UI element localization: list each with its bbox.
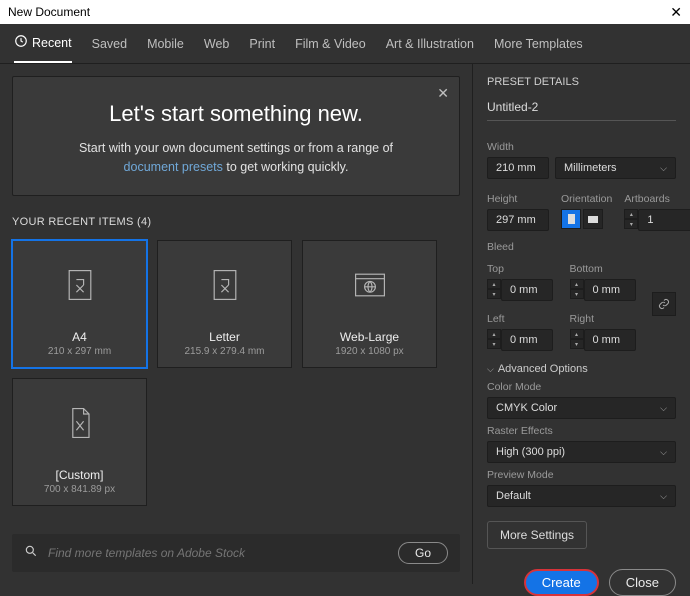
bleed-top-input[interactable] xyxy=(501,279,553,301)
tab-film-video[interactable]: Film & Video xyxy=(295,24,366,63)
link-bleed-button[interactable] xyxy=(652,292,676,316)
preset-heading: PRESET DETAILS xyxy=(487,76,676,88)
category-tabs: Recent Saved Mobile Web Print Film & Vid… xyxy=(0,24,690,64)
banner-heading: Let's start something new. xyxy=(43,101,429,127)
preset-card[interactable]: [Custom] 700 x 841.89 px xyxy=(12,378,147,506)
more-settings-button[interactable]: More Settings xyxy=(487,521,587,549)
titlebar: New Document ✕ xyxy=(0,0,690,24)
tab-art-illustration[interactable]: Art & Illustration xyxy=(386,24,474,63)
document-name-input[interactable] xyxy=(487,98,676,121)
bleed-label: Bleed xyxy=(487,241,676,253)
chevron-down-icon: ⌵ xyxy=(487,364,494,375)
banner-text: Start with your own document settings or… xyxy=(43,139,429,177)
clock-icon xyxy=(14,34,28,51)
bleed-right-stepper[interactable]: ▴▾ xyxy=(570,329,584,351)
orientation-landscape[interactable] xyxy=(583,209,603,229)
preset-card[interactable]: Letter 215.9 x 279.4 mm xyxy=(157,240,292,368)
chevron-down-icon: ⌵ xyxy=(660,491,667,502)
bleed-right-input[interactable] xyxy=(584,329,636,351)
orientation-portrait[interactable] xyxy=(561,209,581,229)
bleed-bottom-input[interactable] xyxy=(584,279,636,301)
tab-mobile[interactable]: Mobile xyxy=(147,24,184,63)
bleed-bottom-stepper[interactable]: ▴▾ xyxy=(570,279,584,301)
height-label: Height xyxy=(487,193,549,205)
artboards-label: Artboards xyxy=(624,193,690,205)
window-close-icon[interactable]: ✕ xyxy=(670,4,682,21)
web-icon xyxy=(352,241,388,330)
recent-heading: YOUR RECENT ITEMS (4) xyxy=(12,216,460,228)
chevron-down-icon: ⌵ xyxy=(660,163,667,174)
page-icon xyxy=(207,241,243,330)
chevron-down-icon: ⌵ xyxy=(660,403,667,414)
tab-print[interactable]: Print xyxy=(249,24,275,63)
raster-effects-select[interactable]: High (300 ppi)⌵ xyxy=(487,441,676,463)
preview-mode-select[interactable]: Default⌵ xyxy=(487,485,676,507)
page-icon xyxy=(62,241,98,330)
welcome-banner: ✕ Let's start something new. Start with … xyxy=(12,76,460,196)
custom-icon xyxy=(62,379,98,468)
search-icon xyxy=(24,544,38,563)
tab-saved[interactable]: Saved xyxy=(92,24,127,63)
recent-cards: A4 210 x 297 mm Letter 215.9 x 279.4 mm … xyxy=(12,240,460,506)
preset-card[interactable]: Web-Large 1920 x 1080 px xyxy=(302,240,437,368)
search-input[interactable] xyxy=(48,546,388,560)
create-button[interactable]: Create xyxy=(524,569,599,596)
advanced-toggle[interactable]: ⌵ Advanced Options xyxy=(487,363,676,375)
height-input[interactable] xyxy=(487,209,549,231)
artboards-stepper[interactable]: ▴▾ xyxy=(624,209,638,231)
window-title: New Document xyxy=(8,5,90,19)
bleed-top-stepper[interactable]: ▴▾ xyxy=(487,279,501,301)
chevron-down-icon: ⌵ xyxy=(660,447,667,458)
color-mode-select[interactable]: CMYK Color⌵ xyxy=(487,397,676,419)
preset-details-panel: PRESET DETAILS Width Millimeters⌵ Height… xyxy=(472,64,690,584)
bleed-left-input[interactable] xyxy=(501,329,553,351)
artboards-input[interactable] xyxy=(638,209,690,231)
bleed-left-stepper[interactable]: ▴▾ xyxy=(487,329,501,351)
orientation-label: Orientation xyxy=(561,193,612,205)
width-input[interactable] xyxy=(487,157,549,179)
tab-more-templates[interactable]: More Templates xyxy=(494,24,583,63)
template-search: Go xyxy=(12,534,460,572)
close-button[interactable]: Close xyxy=(609,569,676,596)
width-label: Width xyxy=(487,141,676,153)
banner-close-icon[interactable]: ✕ xyxy=(437,85,449,102)
go-button[interactable]: Go xyxy=(398,542,448,564)
tab-web[interactable]: Web xyxy=(204,24,229,63)
units-select[interactable]: Millimeters⌵ xyxy=(555,157,676,179)
banner-link[interactable]: document presets xyxy=(124,160,223,174)
tab-recent[interactable]: Recent xyxy=(14,24,72,63)
preset-card[interactable]: A4 210 x 297 mm xyxy=(12,240,147,368)
